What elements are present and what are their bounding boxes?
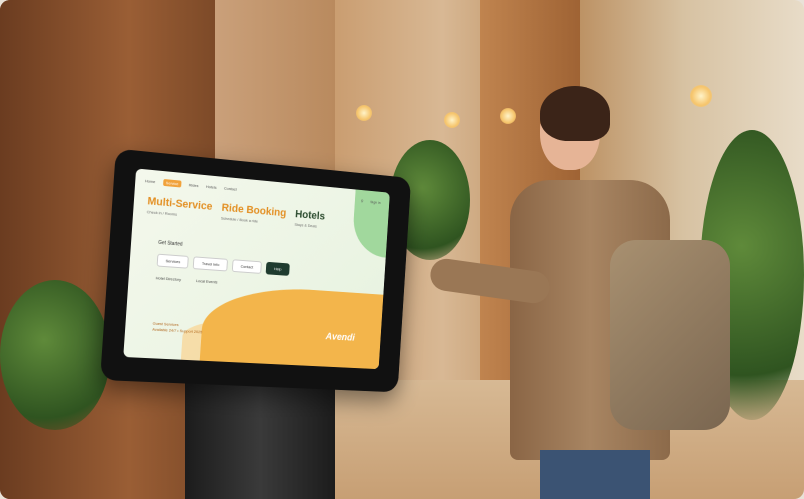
touchscreen-kiosk: Home Service Rides Hotels Contact ⚲ Sign… [100, 148, 412, 393]
hero-column[interactable]: Ride Booking Schedule / Book a ride [221, 202, 287, 226]
local-events-link[interactable]: Local Events [196, 278, 218, 284]
pendant-lamp [690, 85, 712, 107]
wall-lamp [444, 112, 460, 128]
jeans [540, 450, 650, 499]
hair [540, 86, 610, 141]
kiosk-screen[interactable]: Home Service Rides Hotels Contact ⚲ Sign… [123, 168, 390, 370]
kiosk-stand [185, 370, 335, 499]
wall-lamp [356, 105, 372, 121]
section-label: Get Started [157, 239, 183, 248]
contact-button[interactable]: Contact [231, 259, 262, 274]
action-buttons: Services Travel Info Contact Help [156, 253, 290, 276]
potted-plant [0, 280, 110, 430]
footer-text: Guest Services Available 24/7 • Support … [152, 321, 203, 336]
help-button[interactable]: Help [265, 261, 290, 276]
hero-column[interactable]: Hotels Stays & Deals [294, 209, 325, 230]
nav-item[interactable]: Contact [224, 185, 237, 191]
hotel-directory-link[interactable]: Hotel Directory [156, 275, 182, 282]
services-button[interactable]: Services [156, 253, 190, 269]
travel-info-button[interactable]: Travel Info [192, 256, 229, 272]
nav-item[interactable]: Home [145, 178, 156, 184]
nav-item-active[interactable]: Service [162, 178, 182, 188]
hero-subtitle: Stays & Deals [294, 221, 317, 229]
search-icon[interactable]: ⚲ [361, 198, 364, 203]
hero-column[interactable]: Multi-Service Check in / Rooms [147, 195, 213, 219]
decor-orange-wave [199, 282, 384, 370]
nav-item[interactable]: Rides [189, 182, 199, 188]
sign-in-link[interactable]: Sign in [370, 199, 381, 205]
backpack [610, 240, 730, 430]
secondary-links: Hotel Directory Local Events [156, 275, 218, 284]
hotel-lobby-scene: Home Service Rides Hotels Contact ⚲ Sign… [0, 0, 804, 499]
brand-logo: Avendi [325, 331, 356, 344]
hero-title: Hotels [294, 208, 326, 223]
nav-item[interactable]: Hotels [206, 183, 217, 189]
